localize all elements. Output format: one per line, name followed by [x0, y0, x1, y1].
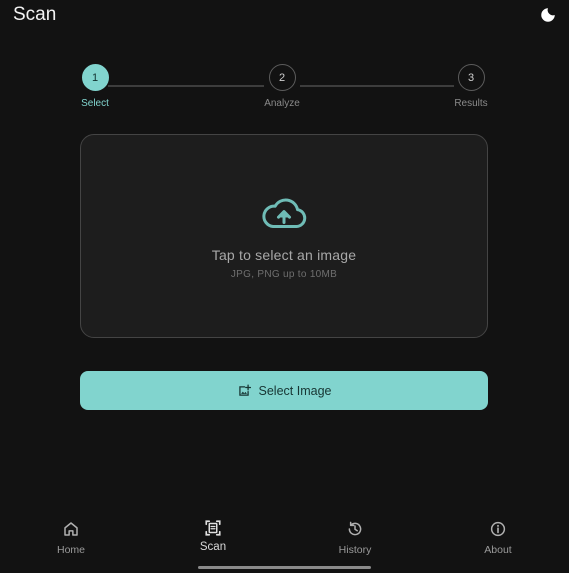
nav-label: Scan	[199, 541, 227, 553]
step-select: 1 Select	[55, 64, 135, 109]
upload-prompt: Tap to select an image	[211, 247, 357, 263]
bottom-navigation: Home Scan History About	[0, 510, 569, 573]
step-label: Select	[81, 98, 109, 109]
document-scanner-icon	[204, 519, 222, 537]
step-number: 1	[81, 64, 109, 91]
nav-item-about[interactable]: About	[453, 520, 543, 556]
select-image-button[interactable]: Select Image	[80, 371, 488, 410]
step-label: Results	[454, 98, 488, 109]
add-photo-icon	[238, 384, 251, 396]
step-number: 2	[268, 64, 296, 91]
cloud-upload-icon	[260, 198, 308, 230]
progress-stepper: 1 Select 2 Analyze 3 Results	[0, 64, 569, 112]
step-label: Analyze	[264, 98, 300, 109]
info-icon	[489, 520, 507, 538]
nav-label: History	[338, 544, 372, 556]
page-title: Scan	[13, 4, 57, 25]
home-icon	[62, 520, 80, 538]
nav-item-home[interactable]: Home	[26, 520, 116, 556]
nav-label: About	[484, 544, 512, 556]
upload-constraints: JPG, PNG up to 10MB	[230, 269, 338, 280]
image-upload-dropzone[interactable]: Tap to select an image JPG, PNG up to 10…	[80, 134, 488, 338]
theme-toggle-button[interactable]	[539, 6, 557, 24]
nav-item-history[interactable]: History	[310, 520, 400, 556]
app-root: Scan 1 Select 2 Analyze 3 Results Tap to…	[0, 0, 569, 573]
home-indicator-bar[interactable]	[198, 566, 371, 569]
moon-icon	[541, 8, 555, 22]
step-analyze: 2 Analyze	[242, 64, 322, 109]
history-icon	[346, 520, 364, 538]
select-image-label: Select Image	[258, 383, 332, 398]
step-number: 3	[457, 64, 485, 91]
nav-label: Home	[56, 544, 85, 556]
step-results: 3 Results	[431, 64, 511, 109]
nav-item-scan[interactable]: Scan	[168, 519, 258, 553]
